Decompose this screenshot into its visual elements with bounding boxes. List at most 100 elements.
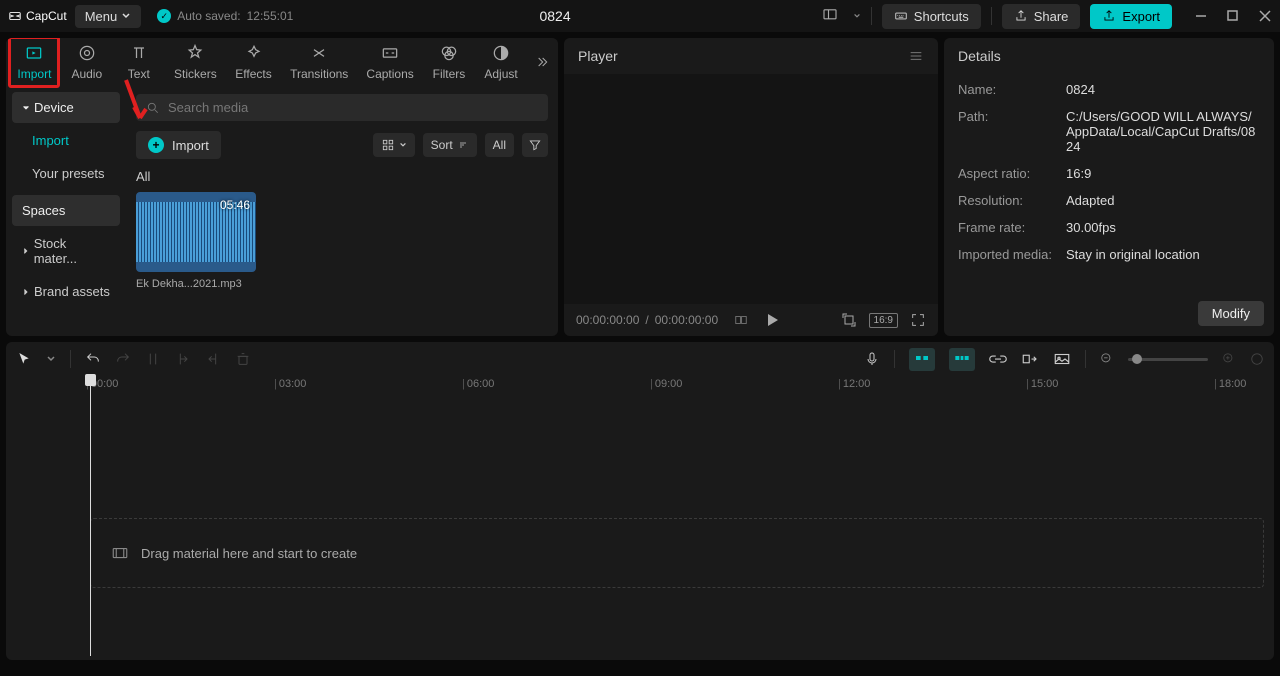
- all-filter-button[interactable]: All: [485, 133, 514, 157]
- chevron-down-icon[interactable]: [46, 354, 56, 364]
- search-input[interactable]: Search media: [136, 94, 548, 121]
- magnet-track-button[interactable]: [949, 348, 975, 371]
- filter-button[interactable]: [522, 133, 548, 157]
- tab-audio[interactable]: Audio: [61, 38, 113, 86]
- media-category-all[interactable]: All: [136, 169, 548, 184]
- import-button[interactable]: + Import: [136, 131, 221, 159]
- detail-value: 16:9: [1066, 166, 1260, 181]
- zoom-thumb[interactable]: [1132, 354, 1142, 364]
- export-button[interactable]: Export: [1090, 4, 1172, 29]
- shortcuts-label: Shortcuts: [914, 9, 969, 24]
- tab-stickers[interactable]: Stickers: [165, 38, 226, 86]
- sidebar-label: Brand assets: [34, 284, 110, 299]
- search-icon: [146, 101, 160, 115]
- pointer-icon[interactable]: [16, 351, 32, 367]
- import-icon: [24, 43, 44, 63]
- media-area: Search media + Import Sort: [126, 86, 558, 336]
- fullscreen-icon[interactable]: [910, 312, 926, 328]
- timeline-ruler[interactable]: 00:00 03:00 06:00 09:00 12:00 15:00 18:0…: [6, 376, 1274, 398]
- tab-captions[interactable]: Captions: [357, 38, 423, 86]
- menu-icon[interactable]: [908, 48, 924, 64]
- all-label: All: [493, 138, 506, 152]
- tab-label: Stickers: [174, 67, 217, 81]
- link-icon[interactable]: [989, 352, 1007, 366]
- close-icon[interactable]: [1258, 9, 1272, 23]
- chevron-down-icon[interactable]: [853, 12, 861, 20]
- grid-icon: [381, 138, 395, 152]
- maximize-icon[interactable]: [1226, 9, 1240, 23]
- sidebar-item-brand[interactable]: Brand assets: [12, 276, 120, 307]
- layout-button[interactable]: [817, 2, 843, 31]
- scale-icon[interactable]: [841, 312, 857, 328]
- sort-button[interactable]: Sort: [423, 133, 477, 157]
- detail-label: Imported media:: [958, 247, 1066, 262]
- media-sidebar: Device Import Your presets Spaces Stock …: [6, 86, 126, 336]
- playhead-handle[interactable]: [85, 374, 96, 386]
- tab-text[interactable]: Text: [113, 38, 165, 86]
- player-panel: Player 00:00:00:00 / 00:00:00:00 16:9: [564, 38, 938, 336]
- undo-icon[interactable]: [85, 351, 101, 367]
- ratio-badge[interactable]: 16:9: [869, 313, 898, 328]
- stickers-icon: [185, 43, 205, 63]
- media-thumbnail[interactable]: 05:46 Ek Dekha...2021.mp3: [136, 192, 256, 290]
- share-label: Share: [1034, 9, 1069, 24]
- sidebar-item-device[interactable]: Device: [12, 92, 120, 123]
- autosave-time: 12:55:01: [247, 9, 294, 23]
- detail-row-path: Path: C:/Users/GOOD WILL ALWAYS/AppData/…: [958, 109, 1260, 154]
- redo-icon[interactable]: [115, 351, 131, 367]
- zoom-out-icon[interactable]: [1100, 352, 1114, 366]
- player-viewport[interactable]: [564, 74, 938, 304]
- tab-label: Effects: [235, 67, 271, 81]
- divider: [894, 350, 895, 368]
- magnet-main-button[interactable]: [909, 348, 935, 371]
- effects-icon: [244, 43, 264, 63]
- sidebar-item-spaces[interactable]: Spaces: [12, 195, 120, 226]
- zoom-fit-icon[interactable]: [1250, 352, 1264, 366]
- playhead[interactable]: [90, 376, 91, 656]
- plus-icon: +: [148, 137, 164, 153]
- sidebar-item-presets[interactable]: Your presets: [12, 158, 120, 189]
- player-controls: 00:00:00:00 / 00:00:00:00 16:9: [564, 304, 938, 336]
- share-button[interactable]: Share: [1002, 4, 1081, 29]
- menu-label: Menu: [85, 9, 118, 24]
- tab-adjust[interactable]: Adjust: [475, 38, 527, 86]
- trim-left-icon[interactable]: [175, 351, 191, 367]
- sidebar-item-stock[interactable]: Stock mater...: [12, 228, 120, 274]
- thumbnail-filename: Ek Dekha...2021.mp3: [136, 278, 256, 290]
- modify-button[interactable]: Modify: [1198, 301, 1264, 326]
- compare-icon[interactable]: [734, 313, 748, 327]
- view-mode-button[interactable]: [373, 133, 415, 157]
- chevron-down-icon: [121, 11, 131, 21]
- detail-label: Aspect ratio:: [958, 166, 1066, 181]
- tab-transitions[interactable]: Transitions: [281, 38, 357, 86]
- tab-label: Text: [128, 67, 150, 81]
- tab-import[interactable]: Import: [8, 38, 61, 86]
- zoom-in-icon[interactable]: [1222, 352, 1236, 366]
- preview-icon[interactable]: [1021, 352, 1039, 366]
- cover-icon[interactable]: [1053, 352, 1071, 366]
- divider: [1085, 350, 1086, 368]
- detail-row-aspect: Aspect ratio: 16:9: [958, 166, 1260, 181]
- titlebar: CapCut Menu ✓ Auto saved: 12:55:01 0824 …: [0, 0, 1280, 32]
- app-logo: CapCut: [8, 9, 67, 23]
- tab-effects[interactable]: Effects: [226, 38, 281, 86]
- tabs-more-button[interactable]: [527, 38, 556, 86]
- minimize-icon[interactable]: [1194, 9, 1208, 23]
- project-title[interactable]: 0824: [301, 8, 808, 24]
- split-icon[interactable]: [145, 351, 161, 367]
- menu-button[interactable]: Menu: [75, 5, 142, 28]
- delete-icon[interactable]: [235, 351, 251, 367]
- mic-icon[interactable]: [864, 351, 880, 367]
- app-name: CapCut: [26, 9, 67, 23]
- shortcuts-button[interactable]: Shortcuts: [882, 4, 981, 29]
- play-button[interactable]: [768, 314, 778, 326]
- main-area: Import Audio Text Stickers Effects Trans…: [0, 32, 1280, 342]
- timeline-dropzone[interactable]: Drag material here and start to create: [90, 518, 1264, 588]
- time-separator: /: [645, 313, 648, 327]
- trim-right-icon[interactable]: [205, 351, 221, 367]
- timeline: 00:00 03:00 06:00 09:00 12:00 15:00 18:0…: [6, 342, 1274, 660]
- tab-filters[interactable]: Filters: [423, 38, 475, 86]
- sidebar-item-import[interactable]: Import: [12, 125, 120, 156]
- sidebar-label: Stock mater...: [34, 236, 110, 266]
- zoom-slider[interactable]: [1128, 358, 1208, 361]
